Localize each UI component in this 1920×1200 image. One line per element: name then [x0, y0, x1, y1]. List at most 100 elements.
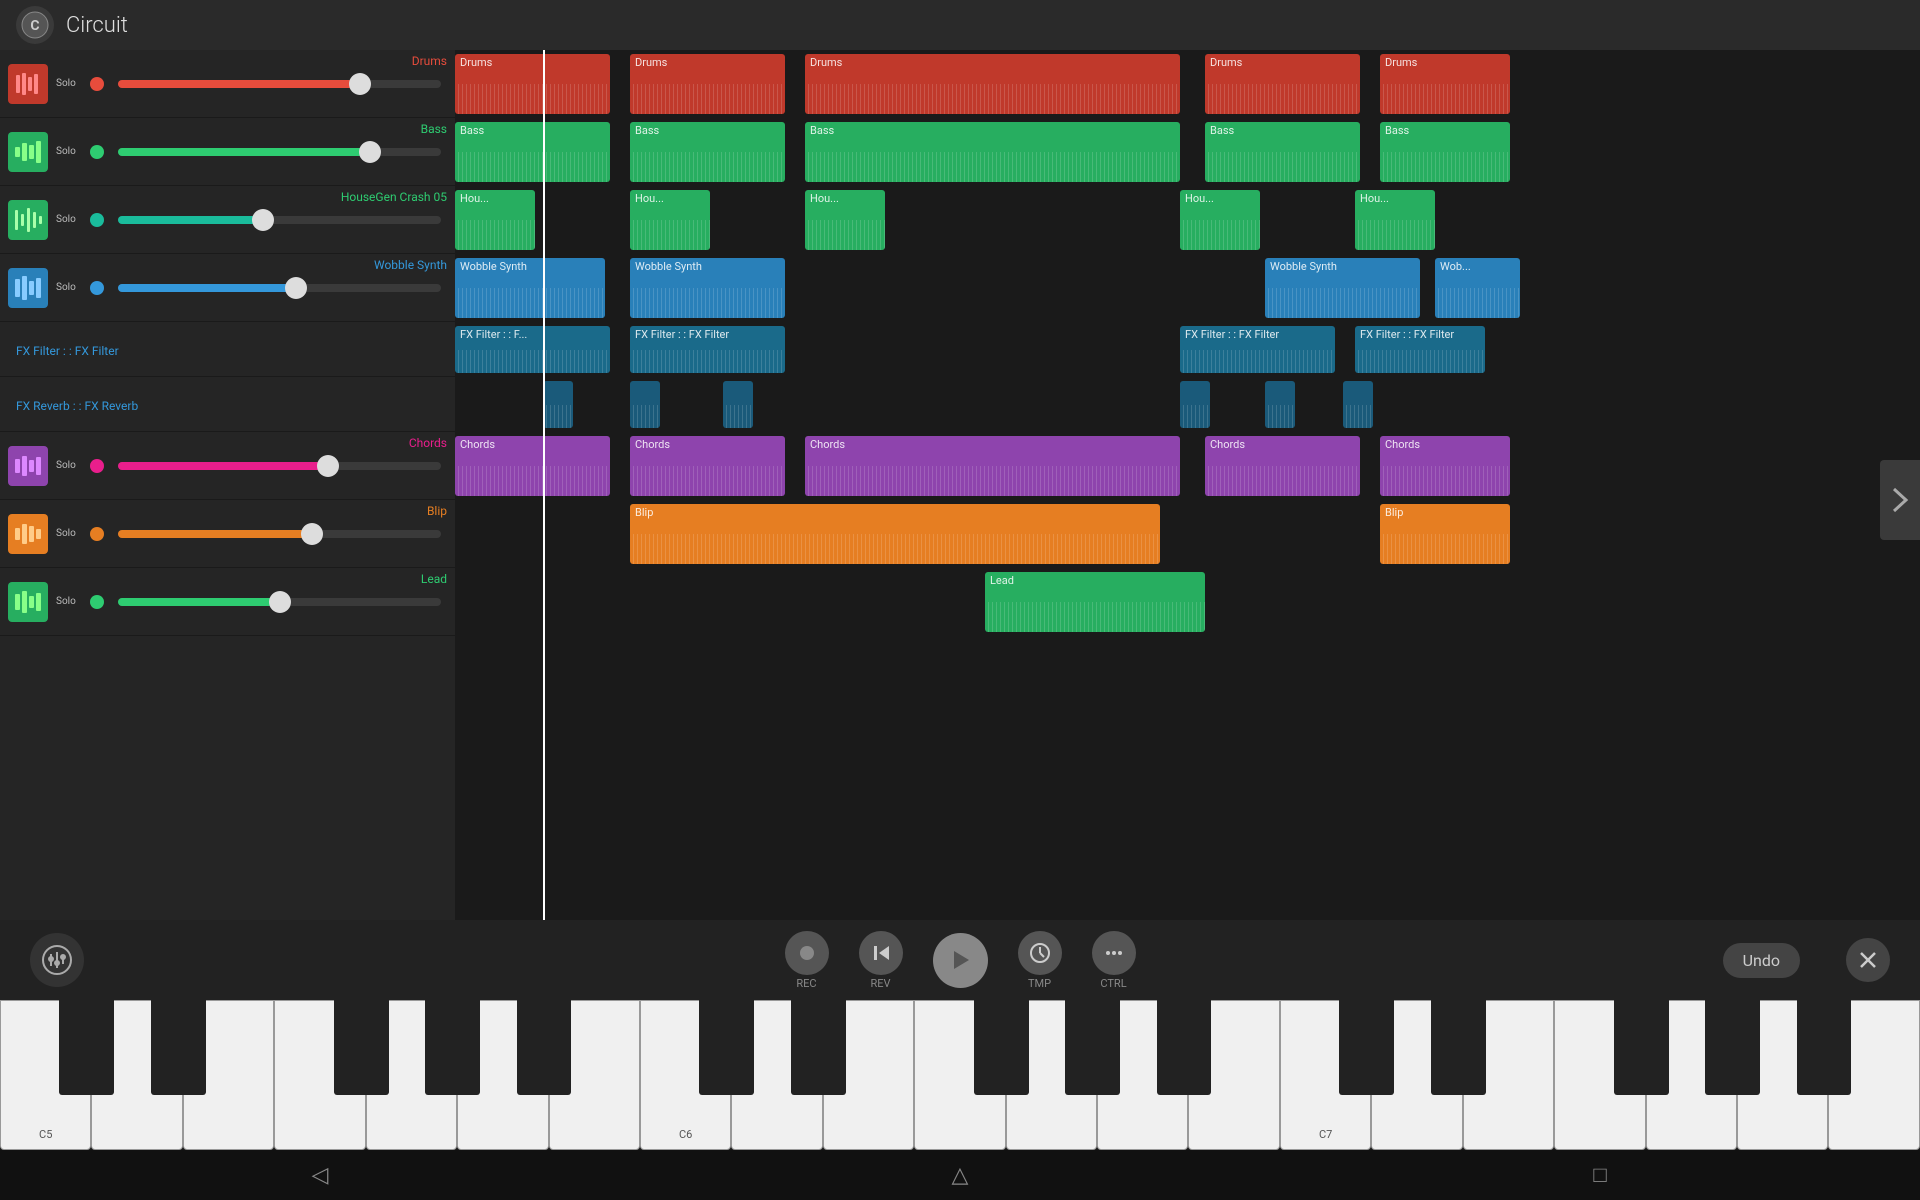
seg-chords-3[interactable]: Chords — [805, 436, 1180, 496]
black-key-oct2-pos3.65[interactable] — [1614, 1000, 1669, 1095]
seg-wobble-3[interactable]: Wobble Synth — [1265, 258, 1420, 318]
seg-fxfilter-2[interactable]: FX Filter : : FX Filter — [630, 326, 785, 373]
seg-wobble-1[interactable]: Wobble Synth — [455, 258, 605, 318]
lead-dot — [90, 595, 104, 609]
rev-button[interactable]: REV — [859, 931, 903, 990]
seg-fxfilter-4[interactable]: FX Filter : : FX Filter — [1355, 326, 1485, 373]
nav-home[interactable]: △ — [930, 1155, 990, 1195]
mixer-button[interactable] — [30, 933, 84, 987]
blip-slider[interactable] — [118, 530, 441, 538]
seg-chords-5[interactable]: Chords — [1380, 436, 1510, 496]
seg-bass-4[interactable]: Bass — [1205, 122, 1360, 182]
rec-button[interactable]: REC — [785, 931, 829, 990]
top-bar: C Circuit — [0, 0, 1920, 50]
seg-bass-2[interactable]: Bass — [630, 122, 785, 182]
seg-drums-5[interactable]: Drums — [1380, 54, 1510, 114]
seg-reverb-1[interactable] — [543, 381, 573, 428]
track-row-bass: Solo Bass — [0, 118, 455, 186]
black-key-oct1-pos3.65[interactable] — [974, 1000, 1029, 1095]
fxreverb-label: FX Reverb : : FX Reverb — [16, 399, 138, 413]
track-icon-wobble[interactable] — [8, 268, 48, 308]
seg-chords-1[interactable]: Chords — [455, 436, 610, 496]
ctrl-button[interactable]: CTRL — [1092, 931, 1136, 990]
track-icon-blip[interactable] — [8, 514, 48, 554]
seg-house-1[interactable]: Hou... — [455, 190, 535, 250]
chords-solo[interactable]: Solo — [56, 460, 84, 471]
black-key-oct1-pos5.65[interactable] — [1157, 1000, 1212, 1095]
seg-reverb-6[interactable] — [1343, 381, 1373, 428]
chords-label: Chords — [409, 436, 447, 450]
black-key-oct0-pos3.65[interactable] — [334, 1000, 389, 1095]
close-button[interactable] — [1846, 938, 1890, 982]
seg-chords-4[interactable]: Chords — [1205, 436, 1360, 496]
blip-solo[interactable]: Solo — [56, 528, 84, 539]
black-key-oct1-pos0.65[interactable] — [699, 1000, 754, 1095]
black-key-oct0-pos0.65[interactable] — [59, 1000, 114, 1095]
app-logo[interactable]: C — [16, 6, 54, 44]
seg-reverb-2[interactable] — [630, 381, 660, 428]
chevron-right-button[interactable] — [1880, 460, 1920, 540]
black-key-oct2-pos4.65[interactable] — [1705, 1000, 1760, 1095]
seg-house-5[interactable]: Hou... — [1355, 190, 1435, 250]
seg-house-4[interactable]: Hou... — [1180, 190, 1260, 250]
seg-wobble-2[interactable]: Wobble Synth — [630, 258, 785, 318]
seg-row-bass: Bass Bass Bass Bass Bass — [455, 118, 1920, 186]
seg-fxfilter-1[interactable]: FX Filter : : F... — [455, 326, 610, 373]
seg-row-fxfilter: FX Filter : : F... FX Filter : : FX Filt… — [455, 322, 1920, 377]
track-icon-lead[interactable] — [8, 582, 48, 622]
seg-fxfilter-3[interactable]: FX Filter : : FX Filter — [1180, 326, 1335, 373]
seg-reverb-5[interactable] — [1265, 381, 1295, 428]
seg-bass-3[interactable]: Bass — [805, 122, 1180, 182]
drums-solo[interactable]: Solo — [56, 78, 84, 89]
nav-recent[interactable]: □ — [1570, 1155, 1630, 1195]
segments-area: Drums Drums Drums Drums Drums Bass Bass … — [455, 50, 1920, 1000]
black-key-oct2-pos5.65[interactable] — [1797, 1000, 1852, 1095]
drums-slider[interactable] — [118, 80, 441, 88]
black-key-oct2-pos1.65[interactable] — [1431, 1000, 1486, 1095]
seg-blip-2[interactable]: Blip — [1380, 504, 1510, 564]
bass-slider[interactable] — [118, 148, 441, 156]
wobble-slider[interactable] — [118, 284, 441, 292]
track-icon-chords[interactable] — [8, 446, 48, 486]
black-key-oct0-pos1.65[interactable] — [151, 1000, 206, 1095]
seg-row-fxreverb — [455, 377, 1920, 432]
seg-bass-1[interactable]: Bass — [455, 122, 610, 182]
seg-blip-1[interactable]: Blip — [630, 504, 1160, 564]
seg-drums-3[interactable]: Drums — [805, 54, 1180, 114]
undo-button[interactable]: Undo — [1723, 943, 1800, 978]
track-icon-house[interactable] — [8, 200, 48, 240]
house-slider[interactable] — [118, 216, 441, 224]
tmp-button[interactable]: TMP — [1018, 931, 1062, 990]
black-key-oct0-pos4.65[interactable] — [425, 1000, 480, 1095]
house-solo[interactable]: Solo — [56, 214, 84, 225]
seg-wobble-4[interactable]: Wob... — [1435, 258, 1520, 318]
wobble-solo[interactable]: Solo — [56, 282, 84, 293]
track-icon-drums[interactable] — [8, 64, 48, 104]
nav-back[interactable]: ◁ — [290, 1155, 350, 1195]
seg-row-wobble: Wobble Synth Wobble Synth Wobble Synth W… — [455, 254, 1920, 322]
chords-slider[interactable] — [118, 462, 441, 470]
seg-house-2[interactable]: Hou... — [630, 190, 710, 250]
track-icon-bass[interactable] — [8, 132, 48, 172]
transport-bar: REC REV TMP — [0, 920, 1920, 1000]
black-key-oct2-pos0.65[interactable] — [1339, 1000, 1394, 1095]
seg-chords-2[interactable]: Chords — [630, 436, 785, 496]
seg-drums-2[interactable]: Drums — [630, 54, 785, 114]
lead-slider[interactable] — [118, 598, 441, 606]
bass-solo[interactable]: Solo — [56, 146, 84, 157]
play-button[interactable] — [933, 933, 988, 988]
seg-drums-1[interactable]: Drums — [455, 54, 610, 114]
seg-reverb-3[interactable] — [723, 381, 753, 428]
track-row-fxreverb: FX Reverb : : FX Reverb — [0, 377, 455, 432]
lead-solo[interactable]: Solo — [56, 596, 84, 607]
seg-bass-5[interactable]: Bass — [1380, 122, 1510, 182]
seg-reverb-4[interactable] — [1180, 381, 1210, 428]
seg-lead-1[interactable]: Lead — [985, 572, 1205, 632]
rec-label: REC — [796, 977, 816, 990]
house-dot — [90, 213, 104, 227]
black-key-oct1-pos1.65[interactable] — [791, 1000, 846, 1095]
black-key-oct0-pos5.65[interactable] — [517, 1000, 572, 1095]
black-key-oct1-pos4.65[interactable] — [1065, 1000, 1120, 1095]
seg-house-3[interactable]: Hou... — [805, 190, 885, 250]
seg-drums-4[interactable]: Drums — [1205, 54, 1360, 114]
